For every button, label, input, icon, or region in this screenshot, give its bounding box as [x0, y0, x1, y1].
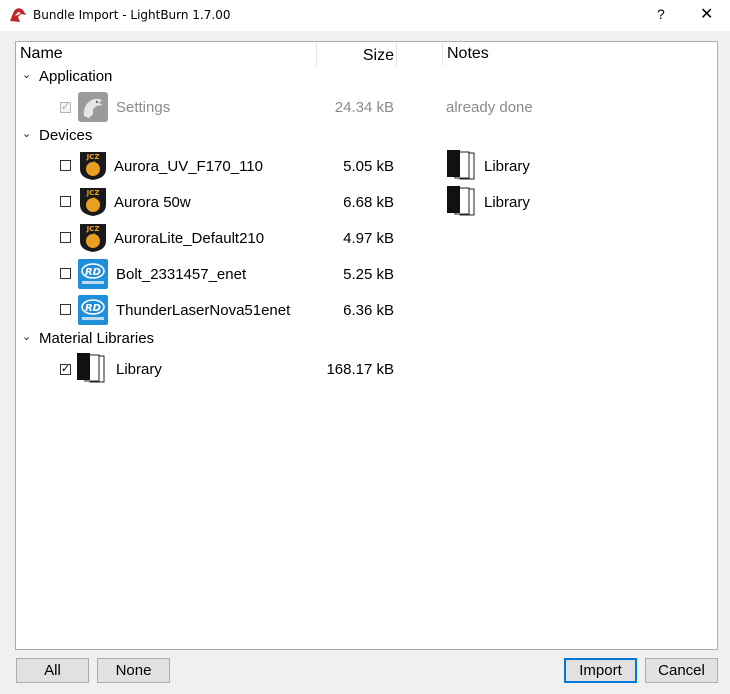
- item-note: already done: [446, 99, 533, 116]
- item-label: ThunderLaserNova51enet: [116, 302, 291, 319]
- import-button[interactable]: Import: [564, 658, 637, 683]
- item-size: 4.97 kB: [343, 230, 394, 247]
- chevron-down-icon[interactable]: ⌄: [22, 68, 31, 81]
- jcz-icon: JCZ: [80, 224, 106, 252]
- group-row-application[interactable]: ⌄ Application: [16, 68, 717, 88]
- item-checkbox: [60, 100, 71, 113]
- group-label: Material Libraries: [39, 330, 155, 347]
- library-icon: [447, 186, 475, 216]
- item-note: Library: [484, 158, 530, 175]
- item-label: Aurora 50w: [114, 194, 191, 211]
- tree-item-settings[interactable]: Settings 24.34 kB already done: [16, 92, 717, 124]
- item-note: Library: [484, 194, 530, 211]
- group-label: Devices: [39, 127, 93, 144]
- item-checkbox[interactable]: [60, 232, 71, 243]
- item-checkbox[interactable]: [60, 304, 71, 315]
- item-size: 168.17 kB: [326, 361, 394, 378]
- tree-item-device[interactable]: JCZ Aurora_UV_F170_110 5.05 kB Library: [16, 150, 717, 182]
- chevron-down-icon[interactable]: ⌄: [22, 330, 31, 343]
- select-all-button[interactable]: All: [16, 658, 89, 683]
- tree-item-device[interactable]: RD Bolt_2331457_enet 5.25 kB: [16, 258, 717, 290]
- item-size: 6.36 kB: [343, 302, 394, 319]
- window-title: Bundle Import - LightBurn 1.7.00: [33, 8, 231, 22]
- group-label: Application: [39, 68, 113, 85]
- select-none-button[interactable]: None: [97, 658, 170, 683]
- svg-text:RD: RD: [85, 267, 101, 278]
- tree-item-device[interactable]: JCZ AuroraLite_Default210 4.97 kB: [16, 222, 717, 254]
- item-size: 6.68 kB: [343, 194, 394, 211]
- item-checkbox[interactable]: [60, 268, 71, 279]
- svg-text:RD: RD: [85, 303, 101, 314]
- header-divider: [396, 42, 397, 66]
- library-icon: [77, 353, 105, 383]
- column-header-name[interactable]: Name: [20, 45, 63, 69]
- column-header-notes[interactable]: Notes: [447, 45, 489, 69]
- group-row-devices[interactable]: ⌄ Devices: [16, 127, 717, 147]
- cancel-button[interactable]: Cancel: [645, 658, 718, 683]
- svg-text:JCZ: JCZ: [86, 189, 100, 197]
- header-divider: [316, 42, 317, 66]
- library-icon: [447, 150, 475, 180]
- close-button[interactable]: ✕: [700, 4, 713, 24]
- title-bar: Bundle Import - LightBurn 1.7.00 ? ✕: [0, 0, 730, 31]
- item-size: 5.25 kB: [343, 266, 394, 283]
- lightburn-app-icon: [10, 8, 26, 22]
- item-size: 5.05 kB: [343, 158, 394, 175]
- item-size: 24.34 kB: [334, 99, 394, 116]
- ruida-icon: RD: [78, 259, 108, 289]
- group-row-material-libraries[interactable]: ⌄ Material Libraries: [16, 330, 717, 350]
- jcz-icon: JCZ: [80, 188, 106, 216]
- tree-item-library[interactable]: Library 168.17 kB: [16, 352, 717, 386]
- chevron-down-icon[interactable]: ⌄: [22, 127, 31, 140]
- item-label: Bolt_2331457_enet: [116, 266, 247, 283]
- help-button[interactable]: ?: [657, 6, 665, 22]
- item-label: Settings: [116, 99, 171, 116]
- bundle-tree[interactable]: Name Size Notes ⌄ Application Settings 2…: [15, 41, 718, 650]
- ruida-icon: RD: [78, 295, 108, 325]
- item-checkbox[interactable]: [60, 196, 71, 207]
- lightburn-dragon-icon: [78, 92, 108, 122]
- item-checkbox[interactable]: [60, 160, 71, 171]
- item-label: Aurora_UV_F170_110: [114, 158, 263, 175]
- tree-item-device[interactable]: JCZ Aurora 50w 6.68 kB Library: [16, 186, 717, 218]
- svg-text:JCZ: JCZ: [86, 153, 100, 161]
- jcz-icon: JCZ: [80, 152, 106, 180]
- item-label: Library: [116, 361, 162, 378]
- tree-item-device[interactable]: RD ThunderLaserNova51enet 6.36 kB: [16, 294, 717, 326]
- item-checkbox[interactable]: [60, 362, 71, 375]
- header-divider: [442, 42, 443, 66]
- item-label: AuroraLite_Default210: [114, 230, 265, 247]
- svg-text:JCZ: JCZ: [86, 225, 100, 233]
